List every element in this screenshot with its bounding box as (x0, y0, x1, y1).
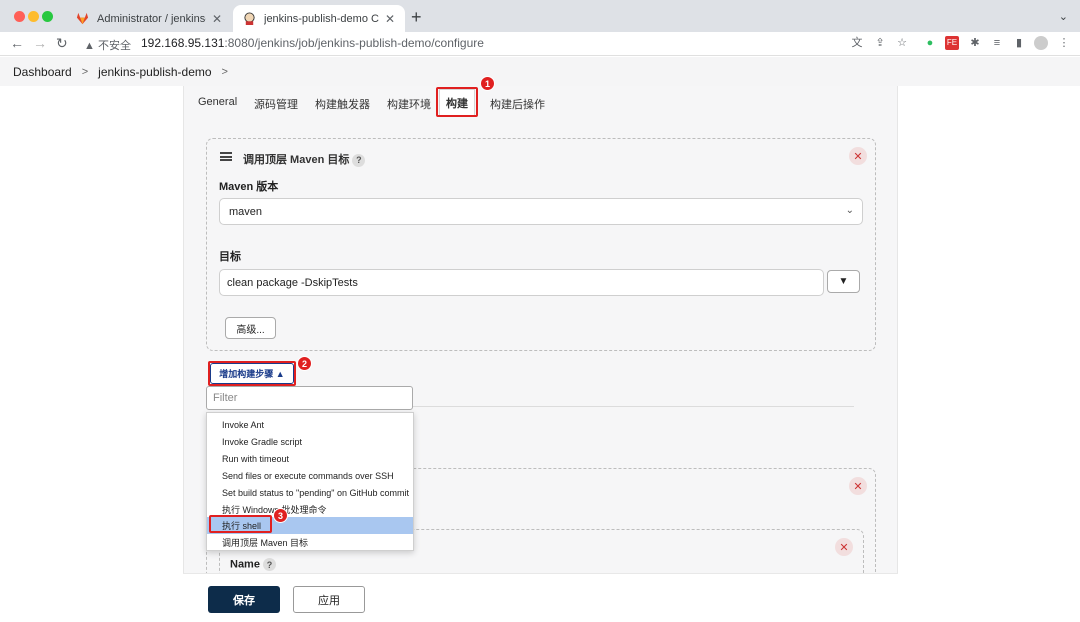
divider (394, 406, 854, 407)
name-label-text: Name (230, 558, 260, 571)
expand-goals-button[interactable]: ▼ (827, 270, 860, 293)
extensions-puzzle-icon[interactable]: ✱ (968, 36, 982, 50)
save-button[interactable]: 保存 (208, 586, 280, 613)
breadcrumb: Dashboard > jenkins-publish-demo > (0, 57, 1080, 86)
menu-item-maven[interactable]: 调用顶层 Maven 目标 (207, 534, 413, 551)
maven-version-value: maven (229, 205, 263, 218)
delete-step-icon[interactable]: ✕ (849, 147, 867, 165)
more-menu-icon[interactable]: ⋮ (1057, 36, 1071, 50)
chevron-down-icon[interactable]: ⌄ (1059, 10, 1068, 23)
insecure-indicator[interactable]: ▲ 不安全 (84, 37, 131, 53)
tab-title: jenkins-publish-demo Config [Jenkins] (264, 12, 379, 25)
name-label: Name ? (230, 558, 277, 571)
help-icon[interactable]: ? (263, 558, 277, 571)
chevron-down-icon: ⌄ (845, 205, 854, 216)
browser-tab-bar: Administrator / jenkins-publish ✕ jenkin… (0, 0, 1080, 32)
chevron-right-icon[interactable]: > (222, 66, 228, 78)
translate-icon[interactable]: 文 (850, 36, 864, 50)
step-marker-2: 2 (297, 356, 312, 371)
browser-tab-jenkins[interactable]: jenkins-publish-demo Config [Jenkins] ✕ (233, 5, 405, 32)
close-icon[interactable]: ✕ (212, 12, 222, 26)
step-marker-3: 3 (273, 508, 288, 523)
new-tab-icon[interactable]: + (411, 7, 422, 28)
jenkins-butler-icon (244, 12, 255, 25)
evernote-icon[interactable]: ● (923, 36, 937, 50)
back-icon[interactable]: ← (10, 35, 24, 51)
breadcrumb-dashboard[interactable]: Dashboard (13, 65, 72, 79)
step-title: 调用顶层 Maven 目标 ? (243, 151, 366, 167)
highlight-box-execute-shell (209, 515, 272, 533)
apply-button[interactable]: 应用 (293, 586, 365, 613)
tab-build-triggers[interactable]: 构建触发器 (315, 96, 370, 112)
goals-input[interactable]: clean package -DskipTests (219, 269, 824, 296)
reading-list-icon[interactable]: ≡ (990, 36, 1004, 50)
highlight-box-add-step (208, 361, 296, 386)
profile-avatar-icon[interactable] (1034, 36, 1048, 50)
drag-handle-icon[interactable] (220, 152, 232, 161)
menu-item-ssh[interactable]: Send files or execute commands over SSH (207, 467, 413, 484)
maven-version-select[interactable]: maven ⌄ (219, 198, 863, 225)
advanced-button[interactable]: 高级... (225, 317, 276, 339)
side-panel-icon[interactable]: ▮ (1012, 36, 1026, 50)
bookmark-star-icon[interactable]: ☆ (895, 36, 909, 50)
url-path: :8080/jenkins/job/jenkins-publish-demo/c… (224, 36, 484, 50)
step-marker-1: 1 (480, 76, 495, 91)
step-title-text: 调用顶层 Maven 目标 (243, 154, 350, 166)
maven-version-label: Maven 版本 (219, 181, 279, 193)
url-host: 192.168.95.131 (141, 36, 225, 50)
reload-icon[interactable]: ↻ (56, 35, 68, 52)
insecure-label: 不安全 (97, 40, 131, 52)
tab-post-build[interactable]: 构建后操作 (490, 96, 545, 112)
menu-item-invoke-ant[interactable]: Invoke Ant (207, 416, 413, 433)
share-icon[interactable]: ⇪ (873, 36, 887, 50)
close-icon[interactable]: ✕ (385, 12, 395, 26)
menu-item-invoke-gradle[interactable]: Invoke Gradle script (207, 433, 413, 450)
tab-build-environment[interactable]: 构建环境 (387, 96, 431, 112)
window-close-button[interactable] (14, 11, 25, 22)
gitlab-fox-icon (76, 12, 89, 25)
delete-step-icon[interactable]: ✕ (849, 477, 867, 495)
tab-scm[interactable]: 源码管理 (254, 96, 298, 112)
address-bar: ← → ↻ ▲ 不安全 192.168.95.131:8080/jenkins/… (0, 32, 1080, 56)
goals-label: 目标 (219, 251, 241, 263)
window-minimize-button[interactable] (28, 11, 39, 22)
warning-icon: ▲ (84, 40, 95, 52)
form-footer: 保存 应用 (183, 573, 898, 622)
url-field[interactable]: 192.168.95.131:8080/jenkins/job/jenkins-… (141, 36, 484, 50)
forward-icon[interactable]: → (33, 35, 47, 51)
browser-tab-gitlab[interactable]: Administrator / jenkins-publish ✕ (66, 5, 232, 32)
help-icon[interactable]: ? (352, 153, 366, 167)
tab-title: Administrator / jenkins-publish (97, 12, 206, 25)
chevron-right-icon: > (81, 65, 89, 78)
window-maximize-button[interactable] (42, 11, 53, 22)
goals-value: clean package -DskipTests (227, 276, 358, 289)
breadcrumb-job[interactable]: jenkins-publish-demo (98, 65, 211, 79)
delete-config-icon[interactable]: ✕ (835, 538, 853, 556)
menu-item-run-with-timeout[interactable]: Run with timeout (207, 450, 413, 467)
tab-general[interactable]: General (198, 96, 237, 108)
step-filter-input[interactable]: Filter (206, 386, 413, 410)
extension-fe-icon[interactable]: FE (945, 36, 959, 50)
highlight-box-build-tab (436, 87, 478, 117)
menu-item-github-status[interactable]: Set build status to "pending" on GitHub … (207, 484, 413, 501)
config-tabs: General 源码管理 构建触发器 构建环境 构建 构建后操作 1 (184, 76, 897, 117)
maven-build-step: 调用顶层 Maven 目标 ? ✕ Maven 版本 maven ⌄ 目标 cl… (206, 138, 876, 351)
